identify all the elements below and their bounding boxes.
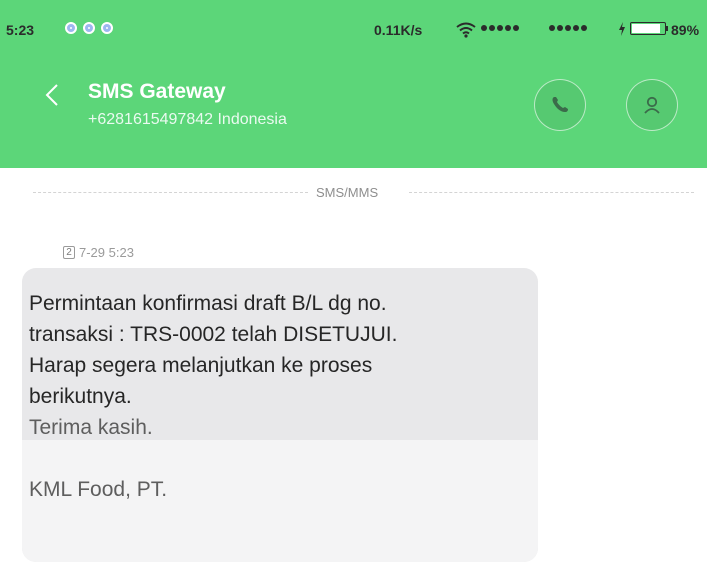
notification-icons (65, 22, 113, 34)
contact-name: SMS Gateway (88, 80, 226, 103)
charging-icon (619, 22, 625, 36)
notification-icon (83, 22, 95, 34)
battery-level (632, 24, 661, 33)
message-bubble[interactable]: Permintaan konfirmasi draft B/L dg no. t… (22, 268, 538, 562)
conversation-header: SMS Gateway +6281615497842 Indonesia (0, 62, 707, 168)
message-text: Permintaan konfirmasi draft B/L dg no. t… (29, 288, 529, 505)
contact-info-button[interactable] (626, 79, 678, 131)
battery-percent: 89% (671, 22, 700, 38)
message-line: transaksi : TRS-0002 telah DISETUJUI. (29, 323, 398, 346)
network-speed: 0.11K/s (374, 22, 423, 38)
status-time: 5:23 (6, 22, 35, 38)
call-button[interactable] (534, 79, 586, 131)
person-icon (644, 96, 660, 114)
contact-detail: +6281615497842 Indonesia (88, 111, 287, 128)
message-line: berikutnya. (29, 385, 132, 408)
back-icon (45, 84, 58, 106)
sim-badge: 2 (63, 246, 75, 259)
phone-icon (552, 97, 568, 112)
message-line: Harap segera melanjutkan ke proses (29, 354, 373, 377)
message-line: Terima kasih. (29, 416, 153, 439)
battery-icon (630, 22, 666, 35)
battery-tip (666, 26, 668, 31)
notification-icon (101, 22, 113, 34)
message-meta: 2 7-29 5:23 (63, 245, 134, 260)
signal-icon (481, 25, 519, 31)
notification-icon (65, 22, 77, 34)
wifi-icon (456, 22, 476, 38)
status-bar: 5:23 0.11K/s 89% (0, 0, 707, 62)
divider (409, 192, 694, 194)
message-signature: KML Food, PT. (29, 478, 168, 501)
signal-icon (549, 25, 587, 31)
messaging-app: 5:23 0.11K/s 89% SMS Gateway +6281615497… (0, 0, 707, 562)
message-timestamp: 7-29 5:23 (79, 245, 134, 260)
back-button[interactable] (40, 78, 64, 112)
divider (33, 192, 308, 194)
message-line: Permintaan konfirmasi draft B/L dg no. (29, 292, 387, 315)
channel-label: SMS/MMS (316, 185, 379, 200)
